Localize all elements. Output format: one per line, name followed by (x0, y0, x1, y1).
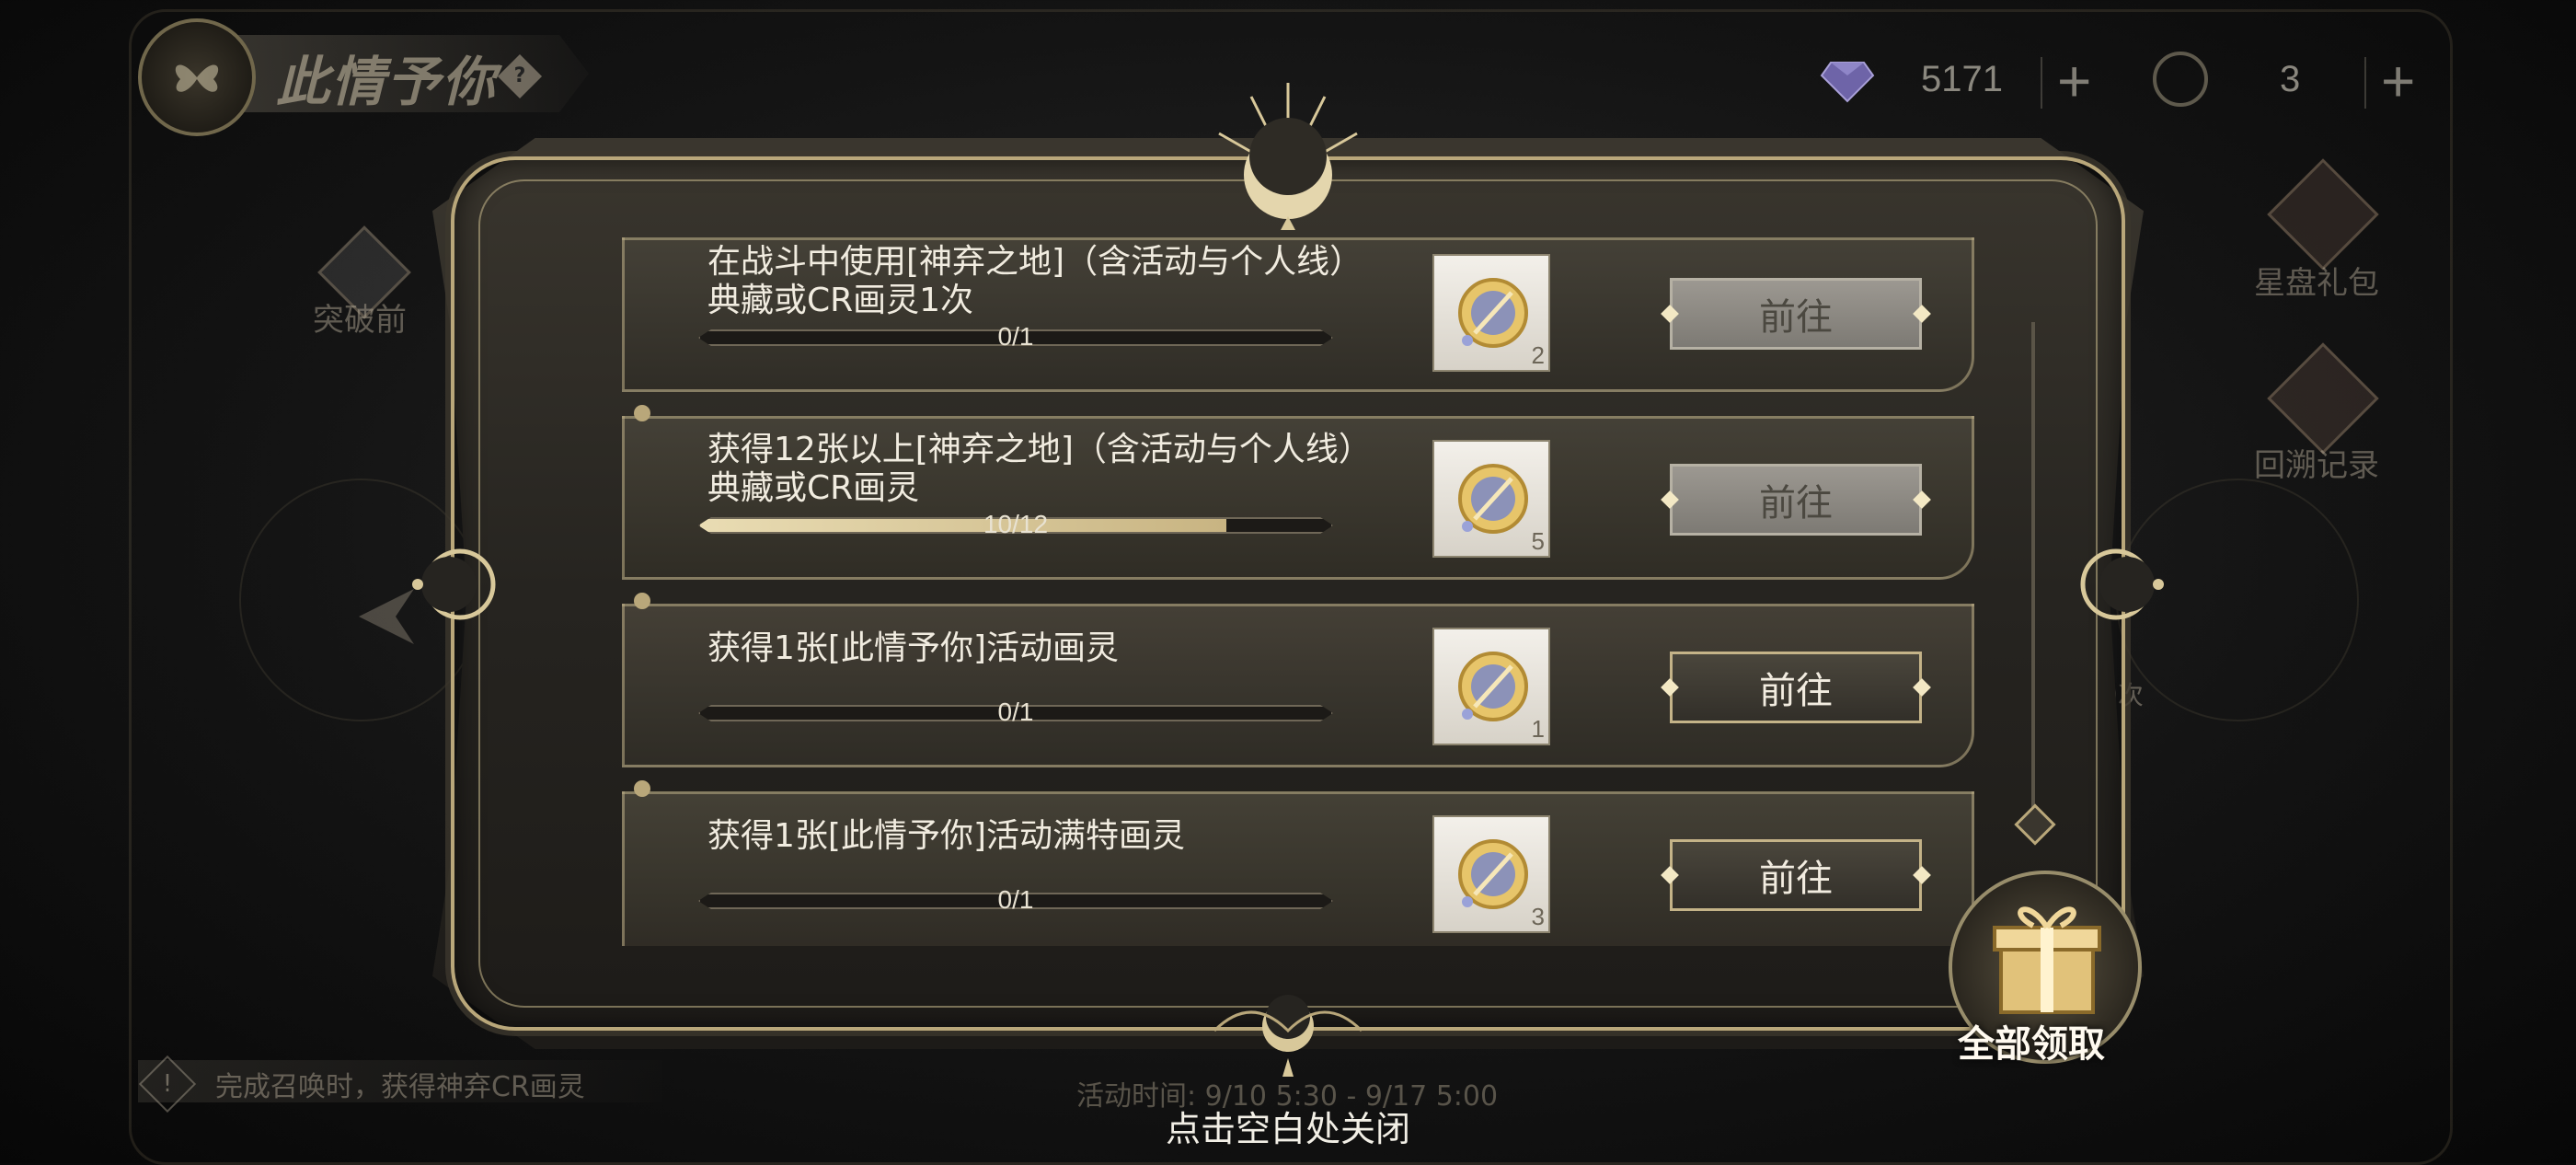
crescent-moon-ornament-icon (1218, 83, 1358, 230)
star-pack-label: 星盘礼包 (2254, 265, 2379, 302)
help-icon[interactable]: ? (497, 53, 543, 99)
add-coin-button[interactable]: + (2381, 52, 2415, 110)
go-button[interactable]: 前往 (1661, 652, 1931, 723)
task-description: 在战斗中使用[神弃之地]（含活动与个人线）典藏或CR画灵1次 (707, 243, 1363, 319)
task-description: 获得1张[此情予你]活动画灵 (707, 629, 1119, 667)
left-moon-ornament-icon (412, 548, 496, 620)
task-card: 在战斗中使用[神弃之地]（含活动与个人线）典藏或CR画灵1次 0/1 2 前往 (622, 237, 1974, 392)
reward-count: 3 (1531, 903, 1545, 930)
event-title: 此情予你 (276, 51, 498, 113)
task-description: 获得1张[此情予你]活动满特画灵 (707, 817, 1185, 855)
task-progress-text: 10/12 (983, 510, 1049, 538)
task-description: 获得12张以上[神弃之地]（含活动与个人线）典藏或CR画灵 (707, 431, 1372, 507)
go-button[interactable]: 前往 (1661, 278, 1931, 350)
currency-divider (2364, 57, 2366, 109)
reward-count: 5 (1531, 527, 1545, 555)
task-card: 获得1张[此情予你]活动画灵 0/1 1 前往 (622, 593, 1974, 767)
bottom-moon-ornament-icon (1213, 995, 1363, 1077)
currency-divider (2041, 57, 2042, 109)
reward-count: 2 (1531, 341, 1545, 369)
golden-compass-icon (1458, 278, 1528, 348)
gem-count: 5171 (1921, 59, 2003, 99)
golden-compass-icon (1458, 839, 1528, 909)
reward-item[interactable]: 2 (1432, 254, 1550, 372)
coin-count: 3 (2280, 59, 2301, 99)
reward-item[interactable]: 3 (1432, 815, 1550, 933)
go-button[interactable]: 前往 (1661, 839, 1931, 911)
task-card: 获得1张[此情予你]活动满特画灵 0/1 3 前往 (622, 780, 1974, 946)
summon-hint: 完成召唤时，获得神弃CR画灵 (215, 1071, 585, 1103)
right-moon-ornament-icon (2080, 548, 2164, 620)
task-progress-text: 0/1 (997, 322, 1034, 351)
scrollbar-track[interactable] (2031, 322, 2035, 819)
go-button[interactable]: 前往 (1661, 464, 1931, 536)
butterfly-emblem-icon (138, 18, 256, 136)
breakthrough-label: 突破前 (313, 302, 407, 339)
compass-coin-icon (2153, 52, 2208, 107)
reward-item[interactable]: 1 (1432, 628, 1550, 745)
gem-icon (1820, 62, 1875, 103)
reward-count: 1 (1531, 715, 1545, 743)
close-hint[interactable]: 点击空白处关闭 (0, 1101, 2576, 1151)
task-progress-text: 0/1 (997, 885, 1034, 914)
golden-compass-icon (1458, 652, 1528, 721)
claim-all-label: 全部领取 (1958, 1022, 2105, 1066)
reward-item[interactable]: 5 (1432, 440, 1550, 558)
task-progress-text: 0/1 (997, 698, 1034, 726)
add-gem-button[interactable]: + (2057, 52, 2091, 110)
history-label: 回溯记录 (2254, 447, 2379, 484)
golden-compass-icon (1458, 464, 1528, 534)
task-card: 获得12张以上[神弃之地]（含活动与个人线）典藏或CR画灵 10/12 5 前往 (622, 405, 1974, 580)
gift-box-icon (1993, 906, 2101, 1014)
